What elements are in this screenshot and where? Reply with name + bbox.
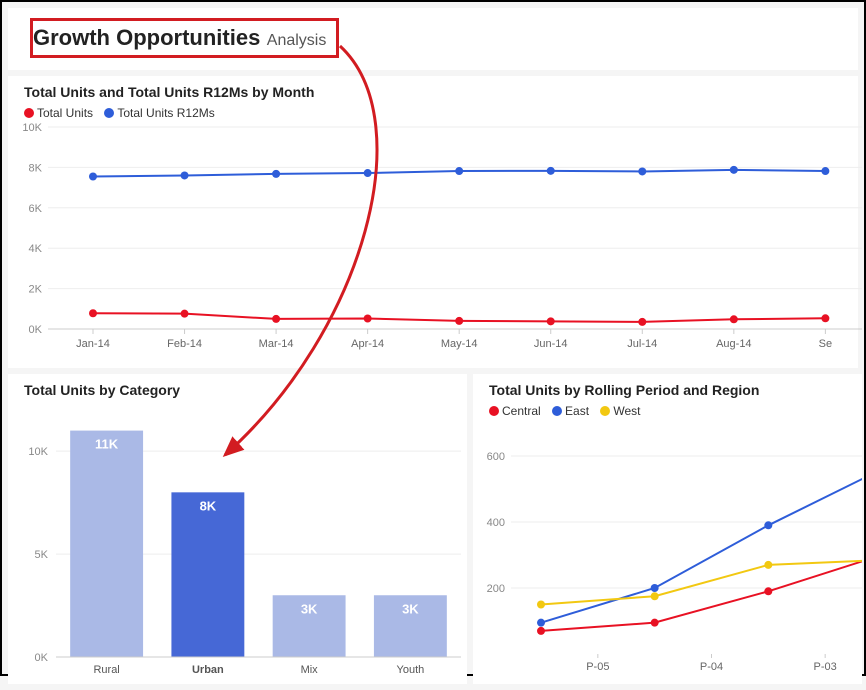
- dot-icon: [600, 406, 610, 416]
- svg-text:P-03: P-03: [814, 661, 837, 673]
- svg-text:Aug-14: Aug-14: [716, 338, 751, 350]
- svg-text:Apr-14: Apr-14: [351, 338, 384, 350]
- legend-label: Total Units R12Ms: [117, 106, 214, 120]
- svg-text:10K: 10K: [28, 446, 48, 458]
- chart-title: Total Units by Rolling Period and Region: [473, 374, 862, 404]
- svg-text:P-04: P-04: [700, 661, 723, 673]
- svg-text:10K: 10K: [22, 123, 42, 134]
- chart-units-by-rolling-period[interactable]: Total Units by Rolling Period and Region…: [473, 374, 862, 684]
- chart-units-by-month[interactable]: Total Units and Total Units R12Ms by Mon…: [8, 76, 858, 368]
- legend-item-total-units[interactable]: Total Units: [24, 106, 93, 120]
- svg-text:3K: 3K: [402, 601, 419, 616]
- plot-area: 200 400 600 P-05 P-04 P-03: [473, 421, 862, 676]
- legend-item-total-units-r12ms[interactable]: Total Units R12Ms: [104, 106, 214, 120]
- svg-text:5K: 5K: [35, 549, 49, 561]
- svg-text:Jul-14: Jul-14: [627, 338, 657, 350]
- legend-item-central[interactable]: Central: [489, 404, 541, 418]
- svg-text:3K: 3K: [301, 601, 318, 616]
- page-subtitle: Analysis: [267, 32, 327, 49]
- svg-text:Mar-14: Mar-14: [259, 338, 294, 350]
- svg-text:400: 400: [487, 517, 505, 529]
- svg-text:Jun-14: Jun-14: [534, 338, 568, 350]
- svg-text:4K: 4K: [29, 243, 43, 255]
- plot-area: 0K 2K 4K 6K 8K 10K Jan-14 Feb-14 Mar-14 Apr-14 May…: [8, 123, 858, 353]
- chart-units-by-category[interactable]: Total Units by Category 0K 5K 10K 11K Rural 8…: [8, 374, 467, 684]
- svg-text:P-05: P-05: [586, 661, 609, 673]
- dot-icon: [552, 406, 562, 416]
- svg-text:200: 200: [487, 583, 505, 595]
- title-card: Growth Opportunities Analysis: [8, 8, 858, 70]
- legend-item-west[interactable]: West: [600, 404, 640, 418]
- svg-text:Mix: Mix: [301, 664, 319, 676]
- svg-text:Rural: Rural: [93, 664, 119, 676]
- title-highlight-box: Growth Opportunities Analysis: [30, 18, 339, 58]
- svg-text:600: 600: [487, 451, 505, 463]
- svg-text:8K: 8K: [29, 162, 43, 174]
- chart-title: Total Units and Total Units R12Ms by Mon…: [8, 76, 858, 106]
- svg-text:0K: 0K: [35, 652, 49, 664]
- dot-icon: [24, 108, 34, 118]
- chart-title: Total Units by Category: [8, 374, 467, 404]
- legend-label: East: [565, 404, 589, 418]
- svg-text:Youth: Youth: [397, 664, 425, 676]
- svg-text:8K: 8K: [200, 498, 217, 513]
- legend-item-east[interactable]: East: [552, 404, 589, 418]
- dot-icon: [104, 108, 114, 118]
- dot-icon: [489, 406, 499, 416]
- page-title: Growth Opportunities: [33, 25, 260, 50]
- svg-text:Se: Se: [819, 338, 832, 350]
- svg-text:Urban: Urban: [192, 664, 224, 676]
- svg-text:2K: 2K: [29, 284, 43, 296]
- chart-legend: Total Units Total Units R12Ms: [8, 106, 858, 123]
- svg-text:11K: 11K: [95, 437, 119, 452]
- legend-label: Central: [502, 404, 541, 418]
- legend-label: West: [613, 404, 640, 418]
- svg-text:Feb-14: Feb-14: [167, 338, 202, 350]
- plot-area: 0K 5K 10K 11K Rural 8K Urban 3K Mix 3K Youth: [8, 404, 467, 679]
- svg-text:0K: 0K: [29, 324, 43, 336]
- chart-legend: Central East West: [473, 404, 862, 421]
- legend-label: Total Units: [37, 106, 93, 120]
- svg-text:6K: 6K: [29, 203, 43, 215]
- svg-text:May-14: May-14: [441, 338, 478, 350]
- svg-text:Jan-14: Jan-14: [76, 338, 110, 350]
